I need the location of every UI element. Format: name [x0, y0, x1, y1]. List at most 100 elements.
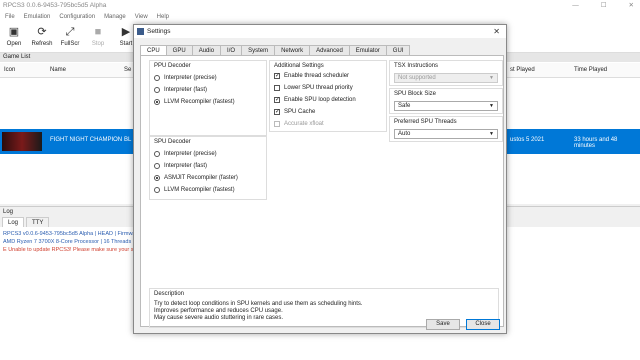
spu-option-label: Interpreter (fast): [164, 163, 208, 169]
radio-button[interactable]: [154, 99, 160, 105]
tab-emulator[interactable]: Emulator: [348, 45, 387, 55]
ppu-option[interactable]: Interpreter (fast): [154, 87, 207, 93]
open-button[interactable]: ▣ Open: [0, 22, 28, 52]
additional-option-label: Lower SPU thread priority: [284, 85, 353, 91]
tab-system[interactable]: System: [241, 45, 276, 55]
radio-button[interactable]: [154, 151, 160, 157]
checked-checkbox[interactable]: ✓: [274, 109, 280, 115]
ppu-option-label: Interpreter (fast): [164, 87, 208, 93]
additional-option-label: Enable thread scheduler: [284, 73, 350, 79]
settings-title: Settings: [147, 28, 171, 35]
radio-button[interactable]: [154, 75, 160, 81]
rpcs3-icon: [137, 28, 144, 35]
description-line: Try to detect loop conditions in SPU ker…: [154, 301, 363, 307]
save-button[interactable]: Save: [426, 319, 460, 330]
close-window-icon[interactable]: ✕: [629, 0, 634, 12]
additional-option[interactable]: ✓ Enable thread scheduler: [274, 73, 349, 79]
settings-titlebar: Settings ✕: [134, 25, 506, 38]
stop-icon: ■: [94, 26, 102, 38]
spu-block-size-select[interactable]: Safe ▼: [394, 101, 498, 111]
refresh-button[interactable]: ⟳ Refresh: [28, 22, 56, 52]
toolbar-label: Stop: [91, 41, 105, 47]
spu-block-size-value: Safe: [398, 103, 411, 109]
spu-option-label: ASMJIT Recompiler (faster): [164, 175, 238, 181]
radio-button[interactable]: [154, 187, 160, 193]
toolbar-label: Refresh: [31, 41, 53, 47]
window-title: RPCS3 0.0.6-9453-795bc5d5 Alpha: [3, 2, 107, 9]
additional-option[interactable]: ✓ SPU Cache: [274, 109, 315, 115]
additional-option-label: SPU Cache: [284, 109, 316, 115]
spu-threads-title: Preferred SPU Threads: [394, 119, 457, 125]
stop-button: ■ Stop: [84, 22, 112, 52]
main-window-titlebar: RPCS3 0.0.6-9453-795bc5d5 Alpha — ☐ ✕: [0, 0, 640, 12]
menu-view[interactable]: View: [135, 12, 148, 22]
tab-cpu[interactable]: CPU: [140, 45, 167, 55]
col-last-played[interactable]: st Played: [510, 67, 535, 73]
spu-option[interactable]: LLVM Recompiler (fastest): [154, 187, 235, 193]
fullscr-icon: ⤢: [65, 26, 75, 38]
refresh-icon: ⟳: [37, 26, 47, 38]
checked-checkbox[interactable]: ✓: [274, 97, 280, 103]
tab-gui[interactable]: GUI: [385, 45, 411, 55]
radio-button[interactable]: [154, 175, 160, 181]
spu-threads-group: Preferred SPU Threads Auto ▼: [389, 116, 503, 142]
settings-dialog: Settings ✕ CPU GPU Audio I/O System Network Ad…: [133, 24, 507, 334]
menu-emulation[interactable]: Emulation: [24, 12, 51, 22]
menu-file[interactable]: File: [5, 12, 15, 22]
menu-configuration[interactable]: Configuration: [59, 12, 95, 22]
radio-button[interactable]: [154, 87, 160, 93]
fullscr-button[interactable]: ⤢ FullScr: [56, 22, 84, 52]
tab-io[interactable]: I/O: [220, 45, 243, 55]
settings-tabs: CPU GPU Audio I/O System Network Advanced Emula…: [140, 45, 411, 55]
ppu-option[interactable]: Interpreter (precise): [154, 75, 217, 81]
menu-manage[interactable]: Manage: [104, 12, 126, 22]
tab-tty[interactable]: TTY: [26, 217, 50, 227]
col-serial[interactable]: Se: [124, 67, 131, 73]
spu-option[interactable]: Interpreter (fast): [154, 163, 207, 169]
additional-settings-group: Additional Settings ✓ Enable thread sched…: [269, 60, 387, 132]
tsx-group: TSX Instructions Not supported ▼: [389, 60, 503, 86]
toolbar-label: FullScr: [60, 41, 80, 47]
close-button[interactable]: Close: [466, 319, 500, 330]
ppu-decoder-title: PPU Decoder: [154, 63, 191, 69]
tab-advanced[interactable]: Advanced: [309, 45, 350, 55]
ppu-option[interactable]: LLVM Recompiler (fastest): [154, 99, 235, 105]
checkbox[interactable]: [274, 85, 280, 91]
menu-help[interactable]: Help: [157, 12, 169, 22]
minimize-icon[interactable]: —: [572, 0, 579, 12]
col-time-played[interactable]: Time Played: [574, 67, 607, 73]
checked-checkbox[interactable]: ✓: [274, 73, 280, 79]
additional-settings-title: Additional Settings: [274, 63, 324, 69]
spu-threads-select[interactable]: Auto ▼: [394, 129, 498, 139]
additional-option[interactable]: Lower SPU thread priority: [274, 85, 353, 91]
game-serial: BL: [124, 137, 132, 143]
game-time-played: 33 hours and 48 minutes: [574, 137, 618, 149]
start-icon: ▶: [121, 26, 131, 38]
spu-block-size-group: SPU Block Size Safe ▼: [389, 88, 503, 114]
additional-option: Accurate xfloat: [274, 121, 324, 127]
col-icon[interactable]: Icon: [4, 67, 15, 73]
spu-option-label: Interpreter (precise): [164, 151, 217, 157]
game-cover-icon: [2, 132, 42, 151]
tab-log[interactable]: Log: [2, 217, 25, 227]
menu-bar: File Emulation Configuration Manage View Help: [0, 12, 640, 22]
additional-option-label: Enable SPU loop detection: [284, 97, 356, 103]
col-name[interactable]: Name: [50, 67, 66, 73]
toolbar-label: Start: [119, 41, 133, 47]
tab-network[interactable]: Network: [274, 45, 311, 55]
tab-gpu[interactable]: GPU: [165, 45, 193, 55]
additional-option[interactable]: ✓ Enable SPU loop detection: [274, 97, 356, 103]
radio-button[interactable]: [154, 163, 160, 169]
spu-option[interactable]: ASMJIT Recompiler (faster): [154, 175, 238, 181]
ppu-option-label: Interpreter (precise): [164, 75, 217, 81]
chevron-down-icon: ▼: [489, 75, 494, 81]
tab-audio[interactable]: Audio: [191, 45, 222, 55]
maximize-icon[interactable]: ☐: [601, 0, 607, 12]
toolbar-label: Open: [6, 41, 22, 47]
chevron-down-icon: ▼: [489, 131, 494, 137]
spu-threads-value: Auto: [398, 131, 411, 137]
close-icon[interactable]: ✕: [493, 25, 500, 38]
spu-block-size-title: SPU Block Size: [394, 91, 437, 97]
cpu-tab-panel: PPU Decoder Interpreter (precise) Interpr…: [140, 55, 504, 328]
spu-option[interactable]: Interpreter (precise): [154, 151, 217, 157]
